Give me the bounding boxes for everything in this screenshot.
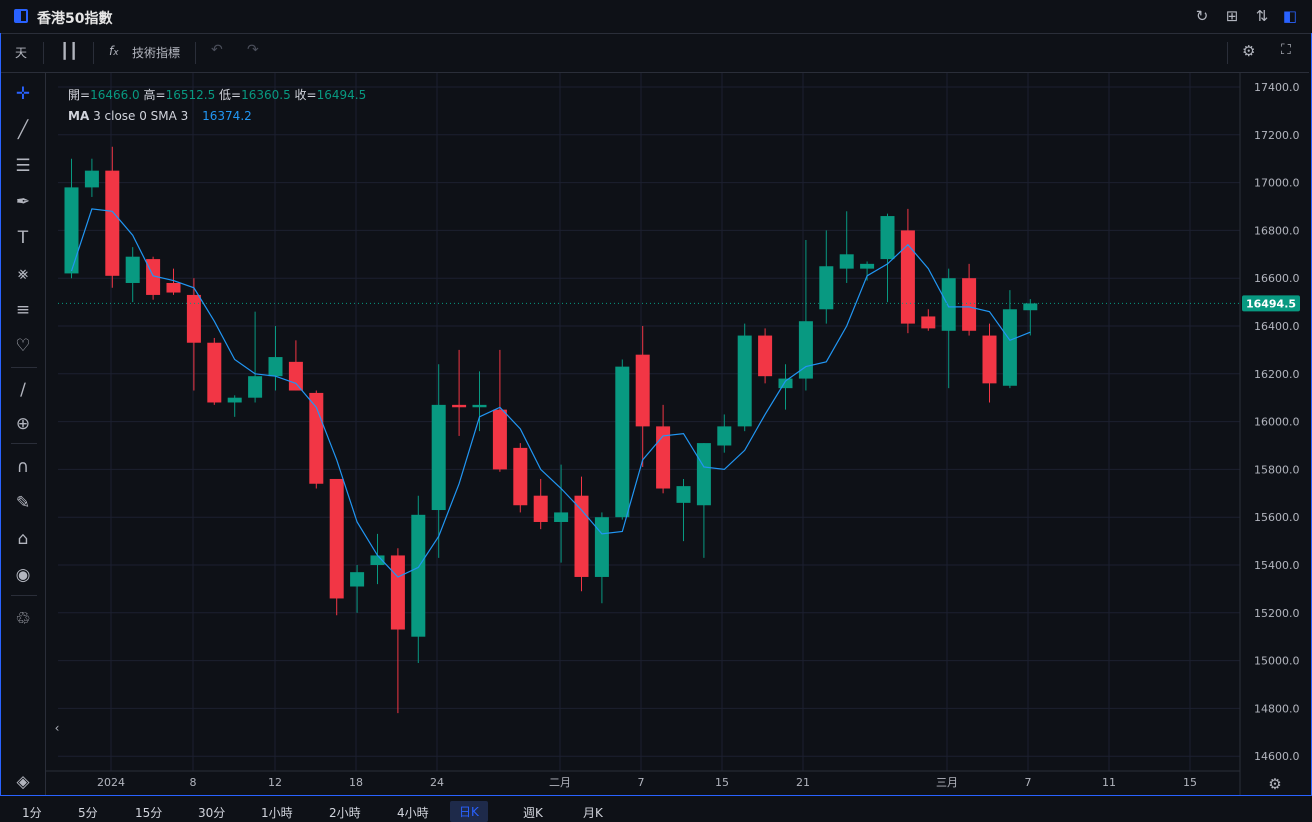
x-tick-label: 24: [430, 776, 444, 789]
y-tick-label: 16200.0: [1254, 368, 1300, 381]
candle-body: [737, 335, 752, 427]
x-tick-label: 21: [796, 776, 810, 789]
x-tick-label: 三月: [936, 776, 958, 789]
x-tick-label: 2024: [97, 776, 125, 789]
candle-body: [1002, 309, 1017, 386]
y-tick-label: 14800.0: [1254, 702, 1300, 715]
candle-body: [84, 170, 99, 188]
y-tick-label: 16800.0: [1254, 224, 1300, 237]
price-chart[interactable]: 17400.0 17200.0 17000.0 16800.0 16600.0 16400…: [0, 0, 1312, 821]
candle-body: [207, 342, 222, 403]
y-tick-label: 14600.0: [1254, 750, 1300, 763]
x-tick-label: 15: [715, 776, 729, 789]
x-tick-label: 18: [349, 776, 363, 789]
y-tick-label: 15400.0: [1254, 559, 1300, 572]
open-value: 16466.0: [90, 88, 140, 102]
candle-body: [166, 282, 181, 293]
candle-body: [227, 397, 242, 403]
candle-body: [554, 512, 569, 522]
candle-body: [778, 378, 793, 389]
candle-body: [329, 478, 344, 599]
candle-body: [268, 357, 283, 377]
low-label: 低=: [219, 88, 242, 102]
candle-body: [941, 278, 956, 331]
x-tick-label: 7: [638, 776, 645, 789]
candle-body: [105, 170, 120, 276]
candle-body: [533, 495, 548, 522]
y-tick-label: 17200.0: [1254, 129, 1300, 142]
candle-body: [880, 216, 895, 260]
timeframe-2[interactable]: 15分: [135, 804, 162, 821]
axis-settings-icon[interactable]: ⚙: [1268, 775, 1281, 793]
candle-body: [64, 187, 79, 274]
y-tick-label: 16400.0: [1254, 320, 1300, 333]
candle-body: [248, 376, 263, 398]
timeframe-6[interactable]: 4小時: [397, 804, 429, 821]
candle-body: [758, 335, 773, 377]
x-tick-label: 11: [1102, 776, 1116, 789]
timeframe-3[interactable]: 30分: [198, 804, 225, 821]
timeframe-0[interactable]: 1分: [22, 804, 42, 821]
ma-label: MA: [68, 109, 90, 123]
y-tick-label: 17000.0: [1254, 177, 1300, 190]
y-tick-label: 15600.0: [1254, 511, 1300, 524]
x-tick-label: 二月: [549, 776, 571, 789]
candle-body: [574, 495, 589, 577]
candle-body: [594, 517, 609, 577]
candle-body: [696, 443, 711, 506]
y-tick-label: 15200.0: [1254, 607, 1300, 620]
ohlc-legend: 開=16466.0 高=16512.5 低=16360.5 收=16494.5: [68, 86, 366, 103]
candle-body: [350, 572, 365, 587]
candle-body: [472, 404, 487, 408]
close-label: 收=: [294, 88, 317, 102]
y-tick-label: 17400.0: [1254, 81, 1300, 94]
y-tick-label: 15000.0: [1254, 655, 1300, 668]
candle-body: [921, 316, 936, 329]
candle-body: [982, 335, 997, 384]
candle-body: [431, 404, 446, 511]
candle-body: [635, 354, 650, 427]
high-label: 高=: [143, 88, 166, 102]
y-tick-label: 16600.0: [1254, 272, 1300, 285]
candle-body: [492, 409, 507, 470]
price-tag-label: 16494.5: [1246, 297, 1296, 310]
candle-body: [390, 555, 405, 630]
ma-value: 16374.2: [202, 109, 252, 123]
open-label: 開=: [68, 88, 91, 102]
timeframe-bar: 1分 5分 15分 30分 1小時 2小時 4小時 日K 週K 月K: [0, 797, 1312, 822]
candle-body: [452, 404, 467, 408]
y-tick-label: 16000.0: [1254, 416, 1300, 429]
timeframe-9[interactable]: 月K: [583, 804, 603, 821]
timeframe-4[interactable]: 1小時: [261, 804, 293, 821]
candle-body: [860, 263, 875, 269]
ma-params: 3 close 0 SMA 3: [93, 109, 189, 123]
candle-body: [717, 426, 732, 446]
low-value: 16360.5: [241, 88, 291, 102]
timeframe-1[interactable]: 5分: [78, 804, 98, 821]
candle-body: [962, 278, 977, 331]
timeframe-7[interactable]: 日K: [450, 801, 488, 822]
candle-body: [125, 256, 140, 283]
candle-body: [411, 514, 426, 637]
x-tick-label: 8: [190, 776, 197, 789]
candle-body: [513, 447, 528, 506]
high-value: 16512.5: [165, 88, 216, 102]
candle-body: [819, 266, 834, 310]
candle-body: [288, 361, 303, 391]
x-tick-label: 12: [268, 776, 282, 789]
candle-body: [1023, 303, 1038, 311]
close-value: 16494.5: [316, 88, 367, 102]
candle-body: [615, 366, 630, 518]
candle-body: [839, 254, 854, 269]
candle-body: [676, 486, 691, 503]
x-tick-label: 15: [1183, 776, 1197, 789]
timeframe-5[interactable]: 2小時: [329, 804, 361, 821]
x-tick-label: 7: [1025, 776, 1032, 789]
ma-legend: MA 3 close 0 SMA 3 16374.2: [68, 109, 252, 123]
timeframe-8[interactable]: 週K: [523, 804, 543, 821]
y-tick-label: 15800.0: [1254, 463, 1300, 476]
candle-body: [186, 294, 201, 343]
